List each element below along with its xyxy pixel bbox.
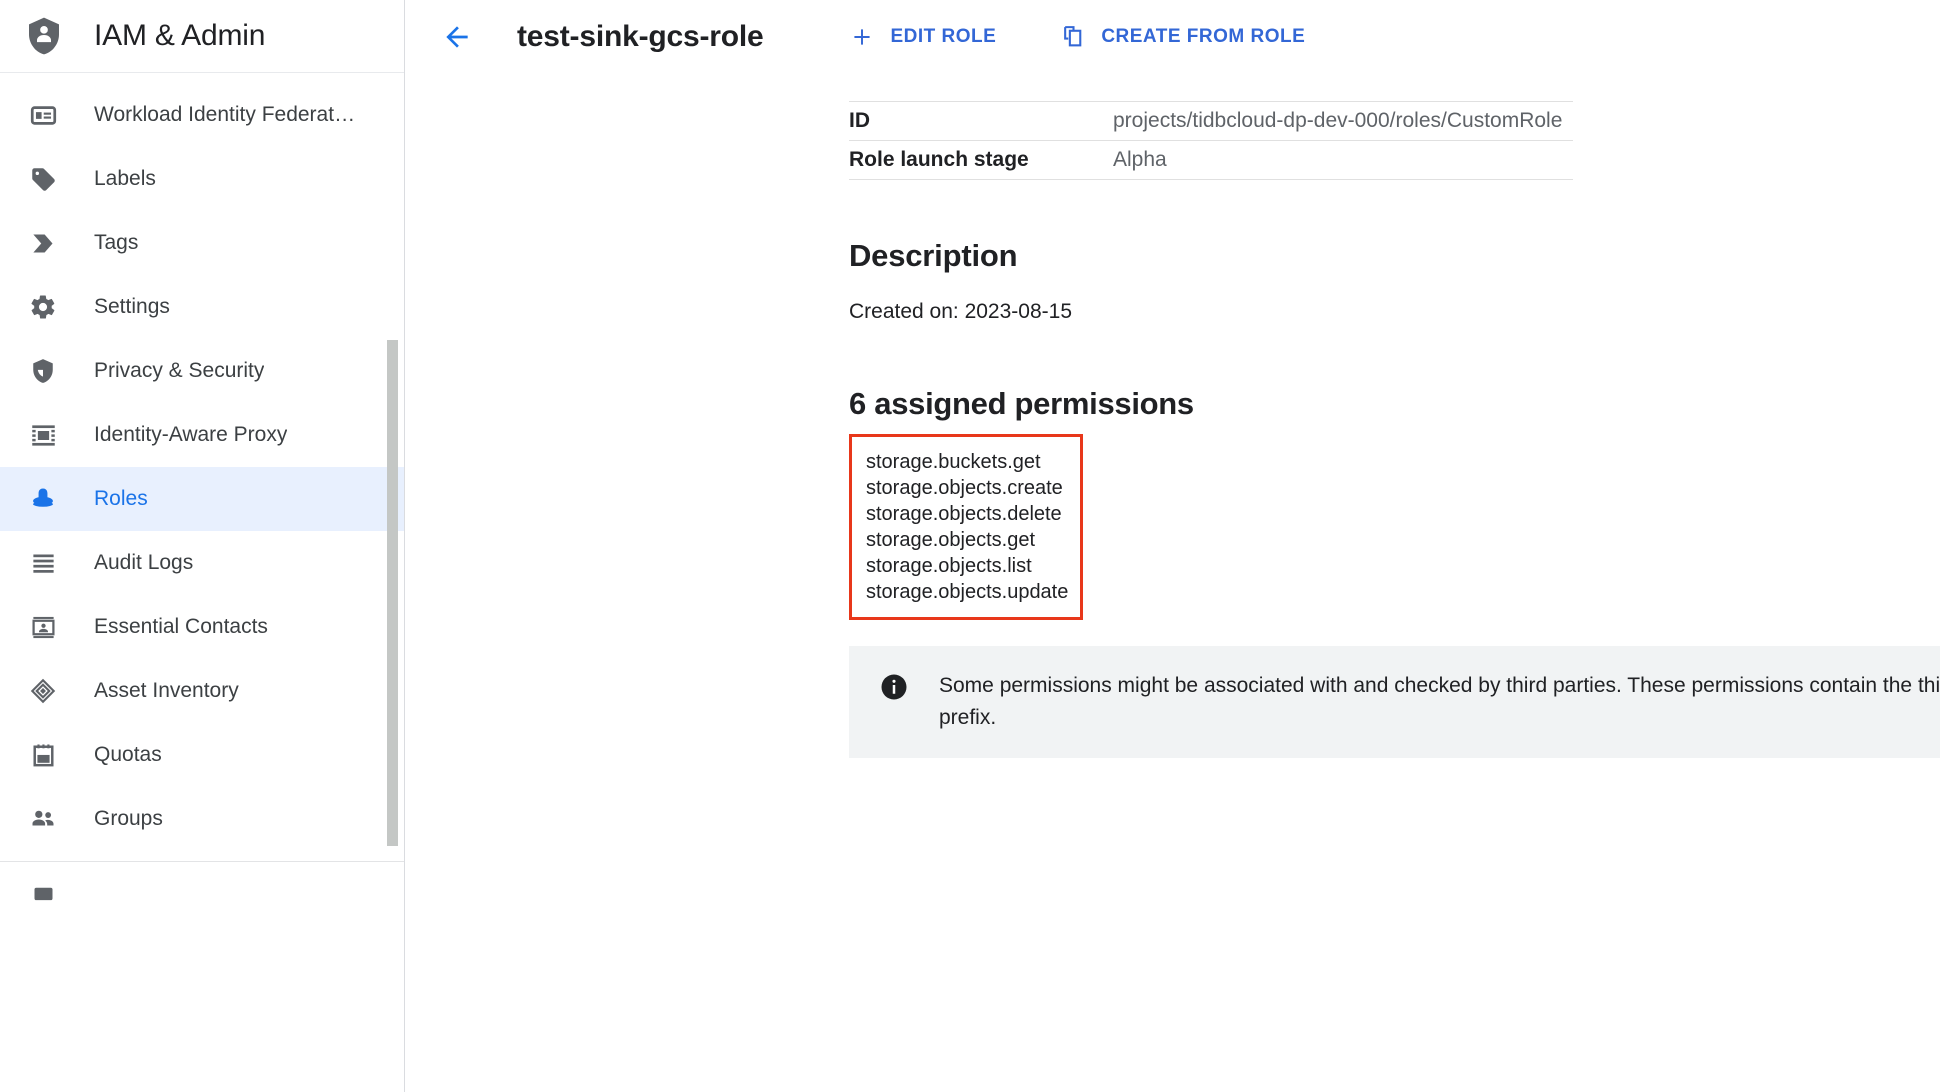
- list-item: storage.objects.delete: [866, 503, 1062, 525]
- edit-role-label: EDIT ROLE: [890, 25, 997, 47]
- page-title: test-sink-gcs-role: [517, 19, 764, 53]
- shield-check-icon: [28, 356, 58, 386]
- sidebar-item-asset-inventory[interactable]: Asset Inventory: [0, 659, 404, 723]
- sidebar-item-label: Privacy & Security: [94, 359, 265, 382]
- sidebar-item-tags[interactable]: Tags: [0, 211, 404, 275]
- sidebar-item-label: Settings: [94, 295, 170, 318]
- list-item: storage.objects.list: [866, 555, 1032, 577]
- sidebar-title: IAM & Admin: [94, 19, 266, 52]
- sidebar-scrollbar[interactable]: [387, 340, 398, 846]
- list-item: storage.objects.create: [866, 477, 1063, 499]
- sidebar-item-label: Audit Logs: [94, 551, 194, 574]
- main-content: test-sink-gcs-role EDIT ROLE CREATE FROM…: [405, 0, 1940, 1092]
- sidebar-item-roles[interactable]: Roles: [0, 467, 404, 531]
- shield-person-icon: [22, 14, 66, 58]
- tag-arrow-icon: [28, 228, 58, 258]
- list-lines-icon: [28, 548, 58, 578]
- sidebar-item-label: Labels: [94, 167, 156, 190]
- badge-card-icon: [28, 100, 58, 130]
- info-icon: [849, 672, 939, 702]
- toolbar-actions: EDIT ROLE CREATE FROM ROLE: [849, 24, 1369, 50]
- meta-value-role-launch-stage: Alpha: [1113, 140, 1573, 180]
- role-metadata-table: ID projects/tidbcloud-dp-dev-000/roles/C…: [849, 101, 1573, 180]
- meta-key-id: ID: [849, 101, 1113, 141]
- gear-icon: [28, 292, 58, 322]
- sidebar-header: IAM & Admin: [0, 0, 404, 73]
- plus-icon: [849, 24, 875, 50]
- sidebar-item-label: Groups: [94, 807, 163, 830]
- role-detail-panel: ID projects/tidbcloud-dp-dev-000/roles/C…: [405, 73, 1940, 758]
- third-party-permissions-banner: Some permissions might be associated wit…: [849, 646, 1940, 758]
- notepad-icon: [28, 740, 58, 770]
- sidebar-item-label: Roles: [94, 487, 148, 510]
- iap-proxy-icon: [28, 420, 58, 450]
- meta-value-id: projects/tidbcloud-dp-dev-000/roles/Cust…: [1113, 101, 1573, 141]
- meta-key-role-launch-stage: Role launch stage: [849, 140, 1113, 180]
- list-item: storage.objects.update: [866, 581, 1069, 603]
- sidebar-item-label: Quotas: [94, 743, 162, 766]
- diamond-layers-icon: [28, 676, 58, 706]
- sidebar-item-audit-logs[interactable]: Audit Logs: [0, 531, 404, 595]
- assigned-permissions-heading: 6 assigned permissions: [849, 386, 1194, 421]
- sidebar-item-label: Workload Identity Federat…: [94, 103, 356, 126]
- sidebar-item-identity-aware-proxy[interactable]: Identity-Aware Proxy: [0, 403, 404, 467]
- sidebar-item-partial-below[interactable]: [0, 862, 404, 926]
- banner-text: Some permissions might be associated wit…: [939, 674, 1940, 729]
- sidebar-nav-list: Workload Identity Federat… Labels Tags S…: [0, 73, 404, 926]
- sidebar-item-workload-identity-federation[interactable]: Workload Identity Federat…: [0, 83, 404, 147]
- contact-card-icon: [28, 612, 58, 642]
- description-heading: Description: [849, 238, 1018, 273]
- top-toolbar: test-sink-gcs-role EDIT ROLE CREATE FROM…: [405, 0, 1940, 73]
- sidebar: IAM & Admin Workload Identity Federat… L…: [0, 0, 405, 1092]
- list-item: storage.buckets.get: [866, 451, 1041, 473]
- copy-icon: [1060, 24, 1086, 50]
- sidebar-item-groups[interactable]: Groups: [0, 787, 404, 851]
- hat-roles-icon: [28, 484, 58, 514]
- app-root: IAM & Admin Workload Identity Federat… L…: [0, 0, 1940, 1092]
- assigned-permissions-list: storage.buckets.get storage.objects.crea…: [849, 434, 1083, 620]
- people-group-icon: [28, 804, 58, 834]
- table-row: ID projects/tidbcloud-dp-dev-000/roles/C…: [849, 101, 1573, 141]
- list-item: storage.objects.get: [866, 529, 1035, 551]
- create-from-role-label: CREATE FROM ROLE: [1101, 25, 1306, 47]
- edit-role-button[interactable]: EDIT ROLE: [849, 24, 996, 50]
- sidebar-item-label: Identity-Aware Proxy: [94, 423, 288, 446]
- sidebar-item-essential-contacts[interactable]: Essential Contacts: [0, 595, 404, 659]
- sidebar-item-labels[interactable]: Labels: [0, 147, 404, 211]
- sidebar-item-privacy-security[interactable]: Privacy & Security: [0, 339, 404, 403]
- table-row: Role launch stage Alpha: [849, 140, 1573, 180]
- description-text: Created on: 2023-08-15: [849, 300, 1072, 323]
- create-from-role-button[interactable]: CREATE FROM ROLE: [1060, 24, 1305, 50]
- sidebar-item-settings[interactable]: Settings: [0, 275, 404, 339]
- sidebar-item-quotas[interactable]: Quotas: [0, 723, 404, 787]
- partial-icon: [28, 879, 58, 909]
- sidebar-item-label: Essential Contacts: [94, 615, 268, 638]
- sidebar-item-label: Asset Inventory: [94, 679, 239, 702]
- label-tag-icon: [28, 164, 58, 194]
- arrow-left-icon[interactable]: [435, 15, 479, 59]
- sidebar-item-label: Tags: [94, 231, 139, 254]
